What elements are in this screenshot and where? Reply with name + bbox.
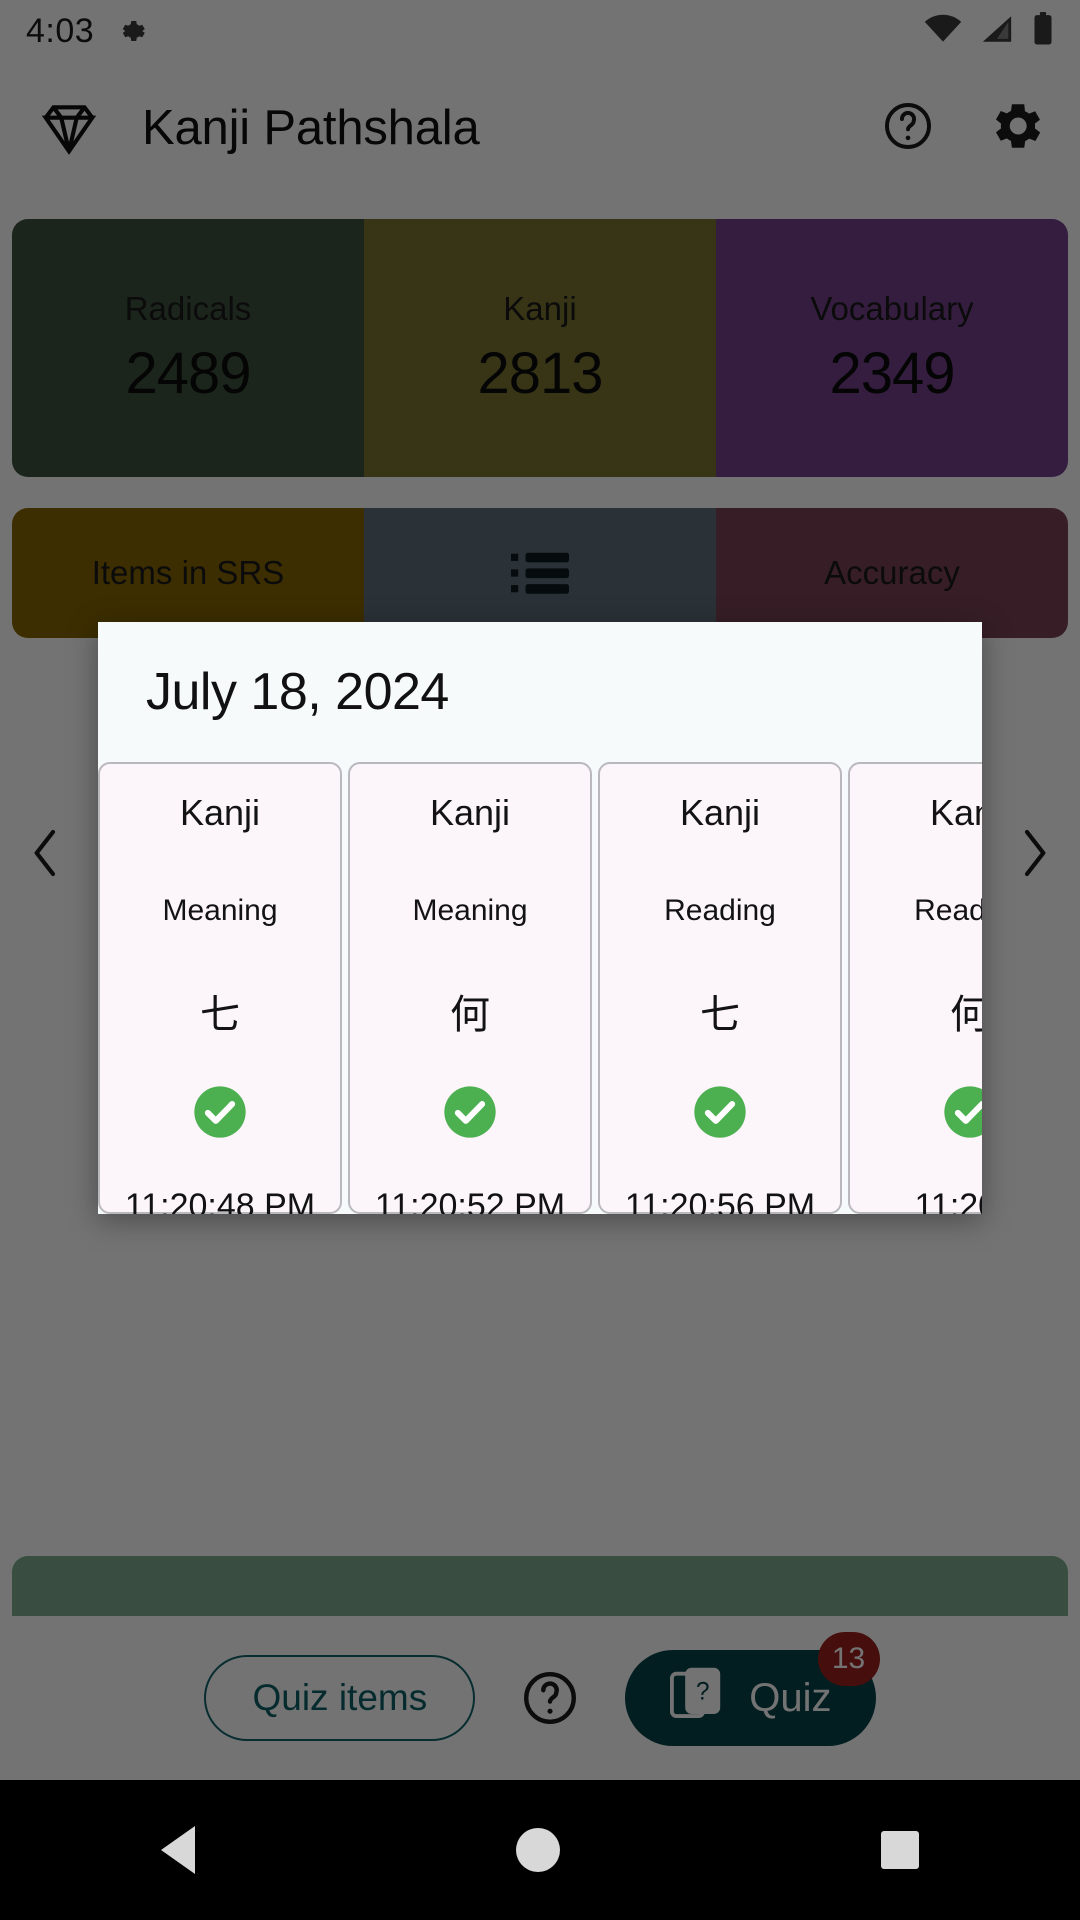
list-icon[interactable] [511, 551, 569, 595]
stat-value: 2489 [125, 340, 251, 406]
stat-value: 2349 [829, 340, 955, 406]
review-card-type: Kanji [429, 792, 511, 833]
review-card-subject: Meaning [412, 894, 528, 927]
check-circle-icon [692, 1084, 748, 1145]
bottom-action-bar: Quiz items ? Quiz 13 [0, 1616, 1080, 1780]
review-card-time: 11:20:52 PM [374, 1187, 566, 1214]
stat-card-list-toggle[interactable] [364, 508, 716, 638]
review-card[interactable]: Kanji Meaning 何 11:20:52 PM [348, 762, 592, 1214]
quiz-badge: 13 [817, 1632, 880, 1686]
diamond-icon [34, 97, 104, 159]
review-card-type: Kanji [179, 792, 261, 833]
quiz-button[interactable]: ? Quiz 13 [625, 1632, 880, 1746]
calendar-next-button[interactable] [988, 660, 1080, 881]
review-card[interactable]: Kanji Meaning 七 11:20:48 PM [98, 762, 342, 1214]
gear-icon[interactable] [988, 97, 1046, 160]
check-circle-icon [942, 1084, 982, 1145]
stats-row-primary: Radicals 2489 Kanji 2813 Vocabulary 2349 [12, 219, 1068, 477]
check-circle-icon [192, 1084, 248, 1145]
review-card-time: 11:20:5 [914, 1187, 982, 1214]
stat-label: Vocabulary [810, 289, 974, 327]
recents-square-icon[interactable] [881, 1831, 920, 1869]
review-card[interactable]: Kanji Reading 何 11:20:5 [848, 762, 982, 1214]
bottom-accent-strip [12, 1556, 1068, 1616]
app-bar: Kanji Pathshala [0, 62, 1080, 194]
status-time: 4:03 [26, 11, 95, 50]
dialog-title: July 18, 2024 [146, 663, 449, 721]
review-card-time: 11:20:56 PM [624, 1187, 816, 1214]
review-card-type: Kanji [679, 792, 761, 833]
stat-value: 2813 [477, 340, 603, 406]
status-right-icons [924, 11, 1054, 51]
review-card-character: 何 [450, 992, 490, 1038]
wifi-icon [924, 14, 962, 49]
dialog-header: July 18, 2024 [98, 622, 982, 762]
stat-card-radicals[interactable]: Radicals 2489 [12, 219, 364, 477]
screen-root: 4:03 Kanji Pathshala Radicals 2489 Kanji… [0, 0, 1080, 1920]
home-circle-icon[interactable] [515, 1828, 560, 1872]
review-card-subject: Reading [914, 894, 982, 927]
quiz-items-label: Quiz items [252, 1677, 428, 1718]
stat-card-accuracy[interactable]: Accuracy [716, 508, 1068, 638]
review-card-time: 11:20:48 PM [124, 1187, 316, 1214]
quiz-items-button[interactable]: Quiz items [204, 1655, 476, 1741]
review-card-list[interactable]: Kanji Meaning 七 11:20:48 PM Kanji Meaning 何 11:… [98, 762, 982, 1214]
date-detail-dialog: July 18, 2024 Kanji Meaning 七 11:20:48 PM Ka… [98, 622, 982, 1214]
stat-card-items-in-srs[interactable]: Items in SRS [12, 508, 364, 638]
system-nav-bar [0, 1780, 1080, 1920]
quiz-label: Quiz [749, 1675, 832, 1720]
stat-card-vocabulary[interactable]: Vocabulary 2349 [716, 219, 1068, 477]
review-card-subject: Reading [664, 894, 776, 927]
stat-label: Accuracy [824, 554, 960, 591]
help-circle-icon[interactable] [519, 1667, 581, 1729]
check-circle-icon [442, 1084, 498, 1145]
review-card-character: 何 [950, 992, 982, 1038]
quiz-card-icon: ? [669, 1667, 723, 1730]
stat-card-kanji[interactable]: Kanji 2813 [364, 219, 716, 477]
review-card[interactable]: Kanji Reading 七 11:20:56 PM [598, 762, 842, 1214]
status-bar: 4:03 [0, 0, 1080, 62]
back-triangle-icon[interactable] [160, 1826, 195, 1874]
review-card-character: 七 [200, 992, 240, 1038]
stat-label: Radicals [124, 289, 252, 327]
status-gear-icon [116, 16, 146, 46]
cellular-signal-icon [980, 14, 1014, 49]
svg-text:?: ? [696, 1678, 710, 1705]
battery-icon [1032, 11, 1054, 51]
app-bar-actions [880, 97, 1046, 160]
help-circle-icon[interactable] [880, 98, 936, 159]
stat-label: Items in SRS [91, 554, 285, 591]
stat-label: Kanji [503, 289, 577, 327]
review-card-character: 七 [700, 992, 740, 1038]
review-card-subject: Meaning [162, 894, 278, 927]
review-card-type: Kanji [929, 792, 982, 833]
stats-row-secondary: Items in SRS Accuracy [12, 508, 1068, 638]
page-title: Kanji Pathshala [142, 101, 480, 155]
calendar-prev-button[interactable] [0, 660, 92, 881]
